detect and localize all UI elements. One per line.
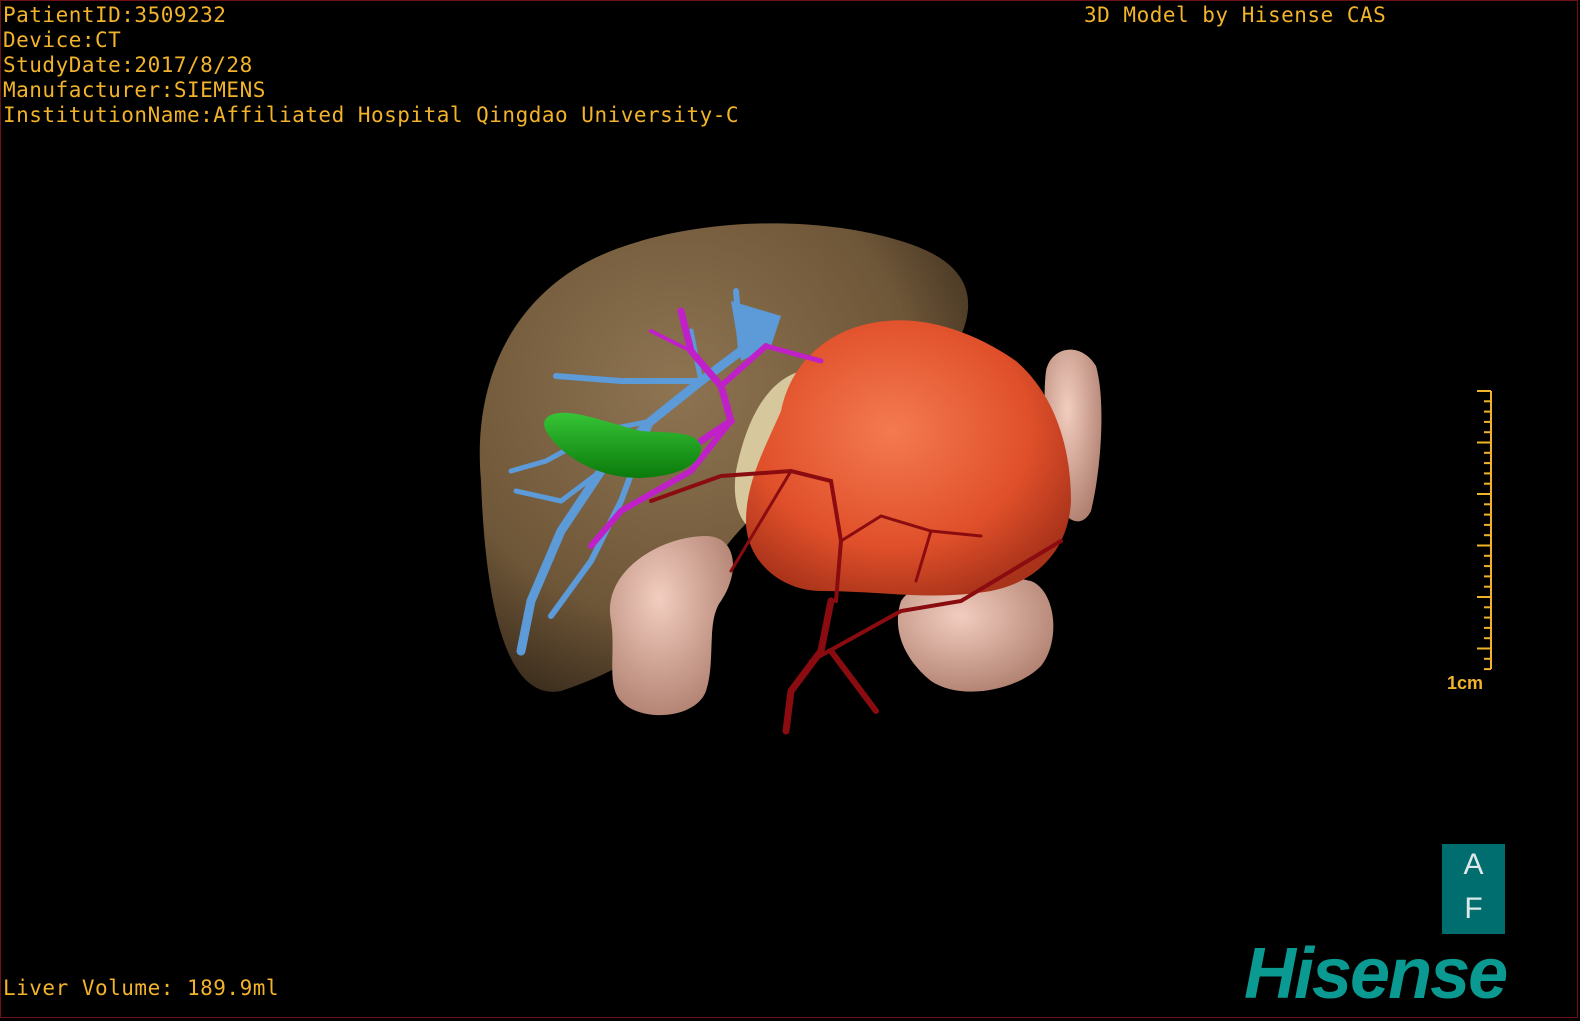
liver-volume: Liver Volume: 189.9ml xyxy=(3,976,280,1000)
orientation-anterior: A xyxy=(1463,848,1484,881)
scale-bar xyxy=(1477,390,1492,671)
scale-label: 1cm xyxy=(1447,673,1484,693)
liver-3d-model[interactable] xyxy=(1,1,1580,1021)
hisense-logo: Hisense xyxy=(1244,934,1508,1014)
patient-info: PatientID:3509232 Device:CT StudyDate:20… xyxy=(3,3,739,128)
orientation-cube[interactable]: A F xyxy=(1442,844,1505,934)
device: Device:CT xyxy=(3,28,122,52)
study-date: StudyDate:2017/8/28 xyxy=(3,53,253,77)
model-title: 3D Model by Hisense CAS xyxy=(1084,3,1387,27)
patient-id: PatientID:3509232 xyxy=(3,3,227,27)
render-viewport[interactable]: PatientID:3509232 Device:CT StudyDate:20… xyxy=(0,0,1578,1018)
orientation-foot: F xyxy=(1464,892,1483,925)
manufacturer: Manufacturer:SIEMENS xyxy=(3,78,266,102)
institution-name: InstitutionName:Affiliated Hospital Qing… xyxy=(3,103,740,127)
